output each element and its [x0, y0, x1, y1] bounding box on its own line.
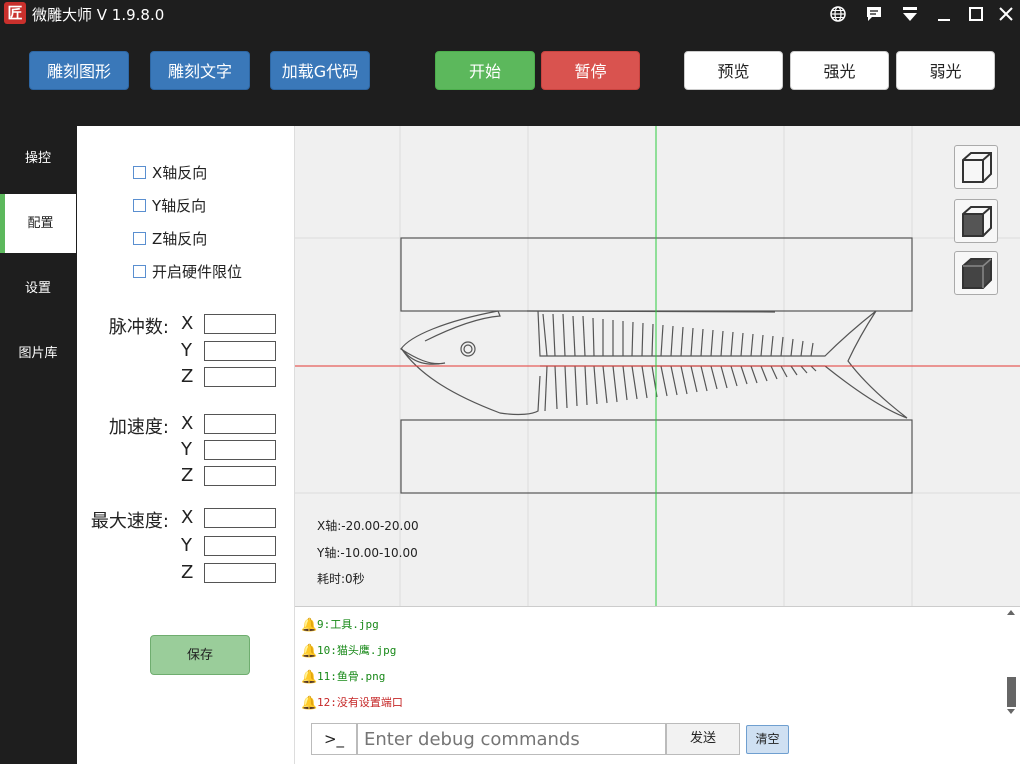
app-title: 微雕大师 V 1.9.8.0: [32, 6, 165, 24]
pulses-z-input[interactable]: [204, 367, 276, 387]
cube-wireframe-icon: [962, 152, 992, 183]
accel-y-input[interactable]: [204, 440, 276, 460]
main-toolbar: 雕刻图形 雕刻文字 加载G代码 开始 暂停 预览 强光 弱光: [0, 28, 1020, 126]
pulses-y-label: Y: [181, 340, 192, 361]
log-line: 🔔11:鱼骨.png: [301, 667, 385, 687]
invert-x-label: X轴反向: [152, 164, 208, 182]
accel-x-input[interactable]: [204, 414, 276, 434]
y-range-label: Y轴:-10.00-10.00: [317, 546, 418, 560]
view-wireframe-button[interactable]: [954, 145, 998, 189]
maxspeed-z-label: Z: [181, 562, 194, 583]
load-gcode-button[interactable]: 加载G代码: [270, 51, 370, 90]
weak-light-button[interactable]: 弱光: [896, 51, 995, 90]
cube-solid-icon: [962, 258, 992, 289]
debug-command-input[interactable]: [357, 723, 666, 755]
accel-label: 加速度:: [108, 417, 169, 438]
command-prompt-icon: >_: [311, 723, 357, 755]
checkbox-box[interactable]: [133, 265, 146, 278]
debug-log-panel: 🔔9:工具.jpg 🔔10:猫头鹰.jpg 🔔11:鱼骨.png 🔔12:没有设…: [295, 606, 1020, 764]
log-line: 🔔10:猫头鹰.jpg: [301, 641, 396, 661]
nav-item-gallery[interactable]: 图片库: [0, 324, 76, 383]
accel-y-label: Y: [181, 439, 192, 460]
log-line: 🔔12:没有设置端口: [301, 693, 403, 713]
invert-y-checkbox[interactable]: Y轴反向: [133, 195, 206, 217]
engrave-canvas[interactable]: X轴:-20.00-20.00 Y轴:-10.00-10.00 耗时:0秒: [295, 126, 1020, 606]
bell-icon: 🔔: [301, 644, 318, 659]
side-navigation: 操控 配置 设置 图片库: [0, 126, 77, 764]
pulses-label: 脉冲数:: [108, 317, 169, 338]
elapsed-time-label: 耗时:0秒: [317, 572, 365, 586]
nav-item-settings[interactable]: 设置: [0, 259, 76, 318]
invert-y-label: Y轴反向: [152, 197, 207, 215]
maxspeed-label: 最大速度:: [90, 511, 169, 532]
strong-light-button[interactable]: 强光: [790, 51, 889, 90]
checkbox-box[interactable]: [133, 232, 146, 245]
bell-icon: 🔔: [301, 618, 318, 633]
title-bar: 匠 微雕大师 V 1.9.8.0: [0, 0, 1020, 28]
canvas-drawing: [295, 126, 1020, 606]
message-icon[interactable]: [862, 3, 886, 25]
accel-z-input[interactable]: [204, 466, 276, 486]
log-text: 10:猫头鹰.jpg: [317, 644, 397, 657]
globe-icon[interactable]: [826, 3, 850, 25]
pulses-x-label: X: [181, 313, 194, 334]
accel-x-label: X: [181, 413, 194, 434]
pulses-x-input[interactable]: [204, 314, 276, 334]
app-logo: 匠: [4, 2, 26, 24]
hw-limit-label: 开启硬件限位: [152, 263, 243, 281]
dropdown-icon[interactable]: [898, 3, 922, 25]
engrave-text-button[interactable]: 雕刻文字: [150, 51, 250, 90]
view-solid-button[interactable]: [954, 251, 998, 295]
pulses-y-input[interactable]: [204, 341, 276, 361]
send-button[interactable]: 发送: [666, 723, 740, 755]
engrave-image-button[interactable]: 雕刻图形: [29, 51, 129, 90]
fishbone-ribs: [542, 313, 817, 412]
maxspeed-y-input[interactable]: [204, 536, 276, 556]
bell-icon: 🔔: [301, 670, 318, 685]
maxspeed-y-label: Y: [181, 535, 192, 556]
config-panel: X轴反向 Y轴反向 Z轴反向 开启硬件限位 脉冲数: X Y Z 加速度: X …: [77, 126, 295, 764]
accel-z-label: Z: [181, 465, 194, 486]
invert-z-label: Z轴反向: [152, 230, 208, 248]
pause-button[interactable]: 暂停: [541, 51, 640, 90]
log-scrollbar[interactable]: [1005, 609, 1017, 719]
nav-item-config[interactable]: 配置: [0, 194, 76, 253]
bell-icon: 🔔: [301, 696, 318, 711]
maxspeed-z-input[interactable]: [204, 563, 276, 583]
log-text: 11:鱼骨.png: [317, 670, 386, 683]
maxspeed-x-input[interactable]: [204, 508, 276, 528]
log-line: 🔔9:工具.jpg: [301, 615, 379, 635]
log-text: 9:工具.jpg: [317, 618, 379, 631]
nav-item-control[interactable]: 操控: [0, 129, 76, 188]
maximize-icon[interactable]: [964, 3, 988, 25]
invert-x-checkbox[interactable]: X轴反向: [133, 162, 207, 184]
x-range-label: X轴:-20.00-20.00: [317, 519, 419, 533]
start-button[interactable]: 开始: [435, 51, 535, 90]
checkbox-box[interactable]: [133, 166, 146, 179]
save-button[interactable]: 保存: [150, 635, 250, 675]
pulses-z-label: Z: [181, 366, 194, 387]
checkbox-box[interactable]: [133, 199, 146, 212]
cube-shaded-icon: [962, 206, 992, 237]
log-text: 12:没有设置端口: [317, 696, 403, 709]
close-icon[interactable]: [994, 3, 1018, 25]
preview-button[interactable]: 预览: [684, 51, 783, 90]
invert-z-checkbox[interactable]: Z轴反向: [133, 228, 207, 250]
hw-limit-checkbox[interactable]: 开启硬件限位: [133, 261, 242, 283]
minimize-icon[interactable]: [932, 3, 956, 25]
scrollbar-thumb[interactable]: [1007, 677, 1016, 707]
app-window: 匠 微雕大师 V 1.9.8.0 雕刻图形 雕刻文字 加载G代码 开始 暂停 预…: [0, 0, 1020, 764]
clear-button[interactable]: 清空: [746, 725, 789, 754]
maxspeed-x-label: X: [181, 507, 194, 528]
view-shaded-button[interactable]: [954, 199, 998, 243]
